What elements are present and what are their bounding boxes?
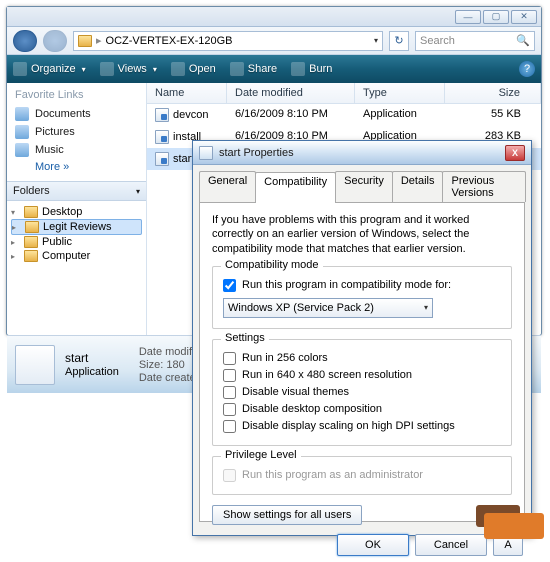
- chevron-down-icon[interactable]: ▾: [374, 36, 378, 45]
- favorite-links-header: Favorite Links: [15, 89, 138, 101]
- views-menu[interactable]: Views: [100, 62, 157, 76]
- share-icon: [230, 62, 244, 76]
- refresh-button[interactable]: ↻: [389, 31, 409, 51]
- details-filetype: Application: [65, 366, 119, 378]
- views-icon: [100, 62, 114, 76]
- minimize-button[interactable]: —: [455, 10, 481, 24]
- show-settings-all-users-button[interactable]: Show settings for all users: [212, 505, 362, 525]
- documents-icon: [15, 107, 29, 121]
- tree-node-public[interactable]: ▸Public: [11, 235, 142, 249]
- sidebar-item-music[interactable]: Music: [15, 141, 138, 159]
- tab-compatibility[interactable]: Compatibility: [255, 172, 336, 203]
- chk-run-as-admin: Run this program as an administrator: [223, 467, 501, 484]
- chk-256-colors[interactable]: Run in 256 colors: [223, 350, 501, 367]
- chevron-down-icon: ▾: [424, 303, 428, 312]
- window-titlebar: — ▢ ✕: [7, 7, 541, 27]
- burn-button[interactable]: Burn: [291, 62, 332, 76]
- sidebar-item-documents[interactable]: Documents: [15, 105, 138, 123]
- privilege-level-group: Privilege Level Run this program as an a…: [212, 456, 512, 495]
- help-button[interactable]: ?: [519, 61, 535, 77]
- chk-disable-composition[interactable]: Disable desktop composition: [223, 401, 501, 418]
- tree-node-legit-reviews[interactable]: ▸Legit Reviews: [11, 219, 142, 235]
- search-placeholder: Search: [420, 35, 455, 47]
- compatibility-intro: If you have problems with this program a…: [212, 213, 512, 256]
- tree-node-desktop[interactable]: ▾Desktop: [11, 205, 142, 219]
- search-input[interactable]: Search 🔍: [415, 31, 535, 51]
- tab-strip: General Compatibility Security Details P…: [193, 165, 531, 202]
- col-date[interactable]: Date modified: [227, 83, 355, 103]
- application-icon: [199, 146, 213, 160]
- organize-menu[interactable]: Organize: [13, 62, 86, 76]
- col-size[interactable]: Size: [445, 83, 541, 103]
- nav-back-button[interactable]: [13, 30, 37, 52]
- settings-group: Settings Run in 256 colors Run in 640 x …: [212, 339, 512, 446]
- column-headers: Name Date modified Type Size: [147, 83, 541, 104]
- tab-details[interactable]: Details: [392, 171, 444, 202]
- open-icon: [171, 62, 185, 76]
- chevron-down-icon: ▾: [136, 187, 140, 196]
- search-icon: 🔍: [516, 34, 530, 47]
- tab-panel-compatibility: If you have problems with this program a…: [199, 202, 525, 522]
- application-icon: [155, 152, 169, 166]
- file-row[interactable]: devcon 6/16/2009 8:10 PM Application 55 …: [147, 104, 541, 126]
- tab-previous-versions[interactable]: Previous Versions: [442, 171, 526, 202]
- address-bar: ▸ OCZ-VERTEX-EX-120GB ▾ ↻ Search 🔍: [7, 27, 541, 55]
- chk-disable-themes[interactable]: Disable visual themes: [223, 384, 501, 401]
- nav-forward-button[interactable]: [43, 30, 67, 52]
- share-button[interactable]: Share: [230, 62, 277, 76]
- col-type[interactable]: Type: [355, 83, 445, 103]
- dialog-titlebar: start Properties X: [193, 141, 531, 165]
- sidebar-more-link[interactable]: More »: [15, 159, 138, 175]
- tab-general[interactable]: General: [199, 171, 256, 202]
- organize-icon: [13, 62, 27, 76]
- folder-icon: [78, 35, 92, 47]
- sidebar: Favorite Links Documents Pictures Music …: [7, 83, 147, 335]
- chk-640x480[interactable]: Run in 640 x 480 screen resolution: [223, 367, 501, 384]
- maximize-button[interactable]: ▢: [483, 10, 509, 24]
- breadcrumb[interactable]: ▸ OCZ-VERTEX-EX-120GB ▾: [73, 31, 383, 51]
- tree-node-computer[interactable]: ▸Computer: [11, 249, 142, 263]
- close-button[interactable]: ✕: [511, 10, 537, 24]
- open-button[interactable]: Open: [171, 62, 216, 76]
- folder-tree: ▾Desktop ▸Legit Reviews ▸Public ▸Compute…: [7, 201, 146, 335]
- folder-icon: [24, 206, 38, 218]
- dialog-close-button[interactable]: X: [505, 145, 525, 161]
- favorite-links: Favorite Links Documents Pictures Music …: [7, 83, 146, 181]
- chk-disable-dpi-scaling[interactable]: Disable display scaling on high DPI sett…: [223, 418, 501, 435]
- command-toolbar: Organize Views Open Share Burn ?: [7, 55, 541, 83]
- properties-dialog: start Properties X General Compatibility…: [192, 140, 532, 536]
- sidebar-item-pictures[interactable]: Pictures: [15, 123, 138, 141]
- chevron-right-icon: ▸: [96, 34, 102, 47]
- application-icon: [155, 130, 169, 144]
- dialog-title: start Properties: [219, 147, 499, 159]
- folder-icon: [24, 236, 38, 248]
- folder-icon: [25, 221, 39, 233]
- compat-mode-select[interactable]: Windows XP (Service Pack 2)▾: [223, 298, 433, 318]
- breadcrumb-segment[interactable]: OCZ-VERTEX-EX-120GB: [106, 35, 233, 47]
- burn-icon: [291, 62, 305, 76]
- folder-icon: [24, 250, 38, 262]
- compatibility-mode-group: Compatibility mode Run this program in c…: [212, 266, 512, 329]
- file-thumbnail: [15, 345, 55, 385]
- pictures-icon: [15, 125, 29, 139]
- col-name[interactable]: Name: [147, 83, 227, 103]
- ok-button[interactable]: OK: [337, 534, 409, 556]
- compat-mode-checkbox[interactable]: Run this program in compatibility mode f…: [223, 277, 501, 294]
- application-icon: [155, 108, 169, 122]
- site-logo: [464, 499, 544, 539]
- tab-security[interactable]: Security: [335, 171, 393, 202]
- folders-header[interactable]: Folders ▾: [7, 181, 146, 201]
- details-filename: start: [65, 351, 119, 365]
- music-icon: [15, 143, 29, 157]
